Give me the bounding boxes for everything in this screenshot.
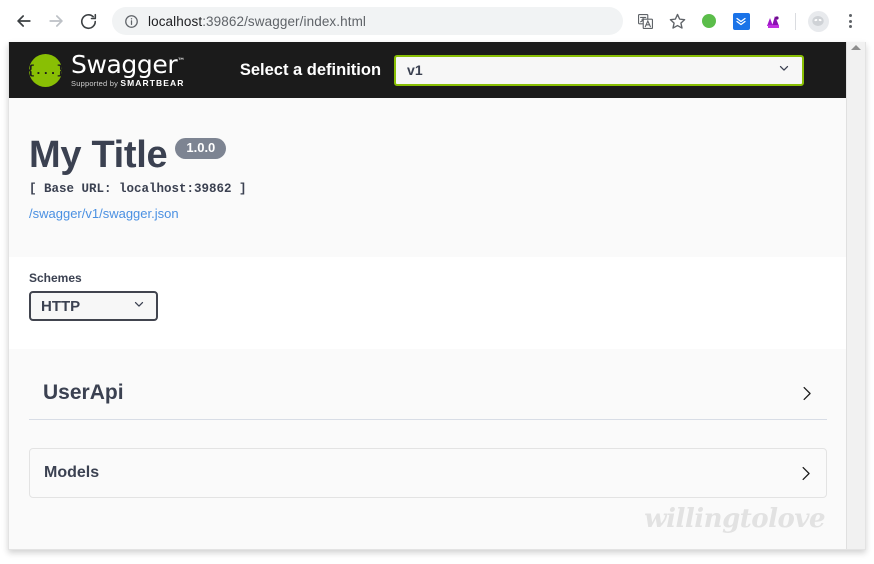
watermark-text: willingtolove: [644, 504, 825, 534]
smartbear-brand: SMARTBEAR: [120, 78, 185, 88]
models-header[interactable]: Models: [30, 449, 826, 497]
address-bar[interactable]: localhost:39862/swagger/index.html: [112, 7, 623, 35]
back-button[interactable]: [8, 5, 40, 37]
arrow-left-icon: [14, 11, 34, 31]
swagger-topbar: {...} Swagger™ Supported by SMARTBEAR Se…: [9, 42, 847, 98]
swagger-brace-icon: {...}: [27, 53, 64, 87]
tag-section-userapi: UserApi: [29, 365, 827, 426]
profile-avatar-icon[interactable]: [805, 8, 831, 34]
translate-icon[interactable]: [632, 8, 658, 34]
operations-sections: UserApi Models: [9, 349, 847, 498]
scroll-up-arrow-icon[interactable]: [851, 45, 861, 50]
reload-button[interactable]: [72, 5, 104, 37]
info-circle-icon[interactable]: [124, 14, 139, 29]
schemes-block: Schemes HTTP: [9, 257, 847, 349]
chevron-right-icon[interactable]: [795, 382, 817, 404]
browser-toolbar: localhost:39862/swagger/index.html: [0, 0, 874, 42]
extension-blue-icon[interactable]: [728, 8, 754, 34]
tag-name: UserApi: [43, 381, 124, 404]
swagger-supported-by: Supported by SMARTBEAR: [71, 78, 185, 88]
chevron-right-icon[interactable]: [794, 462, 816, 484]
toolbar-divider: [795, 12, 796, 30]
tag-header-userapi[interactable]: UserApi: [29, 365, 827, 420]
models-section: Models: [29, 448, 827, 498]
api-title-row: My Title 1.0.0: [29, 136, 827, 174]
models-title: Models: [44, 464, 100, 481]
extension-purple-icon[interactable]: [760, 8, 786, 34]
screenshot-root: localhost:39862/swagger/index.html {...}…: [0, 0, 874, 564]
schemes-select[interactable]: HTTP: [29, 291, 158, 321]
version-badge: 1.0.0: [175, 138, 227, 160]
swagger-brace-glyph: {...}: [27, 62, 64, 78]
chevron-down-icon: [132, 297, 146, 316]
schemes-select-value: HTTP: [41, 297, 81, 315]
swagger-ui-page: {...} Swagger™ Supported by SMARTBEAR Se…: [9, 42, 847, 549]
swagger-logo[interactable]: {...} Swagger™ Supported by SMARTBEAR: [27, 52, 185, 88]
reload-icon: [79, 12, 98, 31]
base-url-text: [ Base URL: localhost:39862 ]: [29, 182, 247, 196]
url-text: localhost:39862/swagger/index.html: [148, 14, 366, 29]
page-title: My Title: [29, 134, 168, 176]
definition-select-value: v1: [407, 62, 423, 78]
trademark-glyph: ™: [177, 56, 185, 66]
swagger-logo-text: Swagger™ Supported by SMARTBEAR: [71, 52, 185, 88]
vertical-scrollbar[interactable]: [846, 42, 865, 549]
browser-viewport: {...} Swagger™ Supported by SMARTBEAR Se…: [8, 42, 866, 550]
definition-select[interactable]: v1: [394, 54, 805, 86]
schemes-label: Schemes: [29, 271, 82, 285]
extension-green-icon[interactable]: [696, 8, 722, 34]
more-options-icon[interactable]: [837, 8, 863, 34]
arrow-right-icon: [46, 11, 66, 31]
url-host: localhost: [148, 13, 203, 29]
api-info-block: My Title 1.0.0 [ Base URL: localhost:398…: [9, 98, 847, 257]
swagger-json-link[interactable]: /swagger/v1/swagger.json: [29, 206, 179, 221]
bookmark-star-icon[interactable]: [664, 8, 690, 34]
chevron-down-icon: [777, 61, 791, 80]
forward-button[interactable]: [40, 5, 72, 37]
url-path: :39862/swagger/index.html: [202, 13, 367, 29]
swagger-wordmark: Swagger™: [71, 50, 185, 79]
select-definition-label: Select a definition: [239, 60, 382, 79]
